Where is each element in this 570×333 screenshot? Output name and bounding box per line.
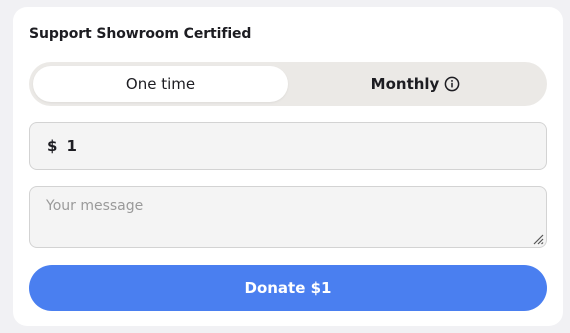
frequency-option-one-time[interactable]: One time bbox=[33, 66, 288, 102]
message-field[interactable]: Your message bbox=[29, 186, 547, 248]
resize-handle-icon[interactable] bbox=[532, 233, 544, 245]
amount-input[interactable] bbox=[66, 137, 487, 155]
donation-card: Support Showroom Certified One time Mont… bbox=[13, 7, 563, 326]
info-icon[interactable] bbox=[444, 76, 460, 92]
currency-symbol: $ bbox=[47, 137, 58, 155]
message-placeholder: Your message bbox=[46, 198, 144, 214]
donate-button[interactable]: Donate $1 bbox=[29, 265, 547, 311]
frequency-toggle: One time Monthly bbox=[29, 62, 547, 106]
frequency-option-label: Monthly bbox=[370, 75, 440, 93]
widget-title: Support Showroom Certified bbox=[29, 26, 252, 42]
amount-field[interactable]: $ bbox=[29, 122, 547, 170]
frequency-option-monthly[interactable]: Monthly bbox=[288, 66, 543, 102]
frequency-option-label: One time bbox=[125, 75, 196, 93]
